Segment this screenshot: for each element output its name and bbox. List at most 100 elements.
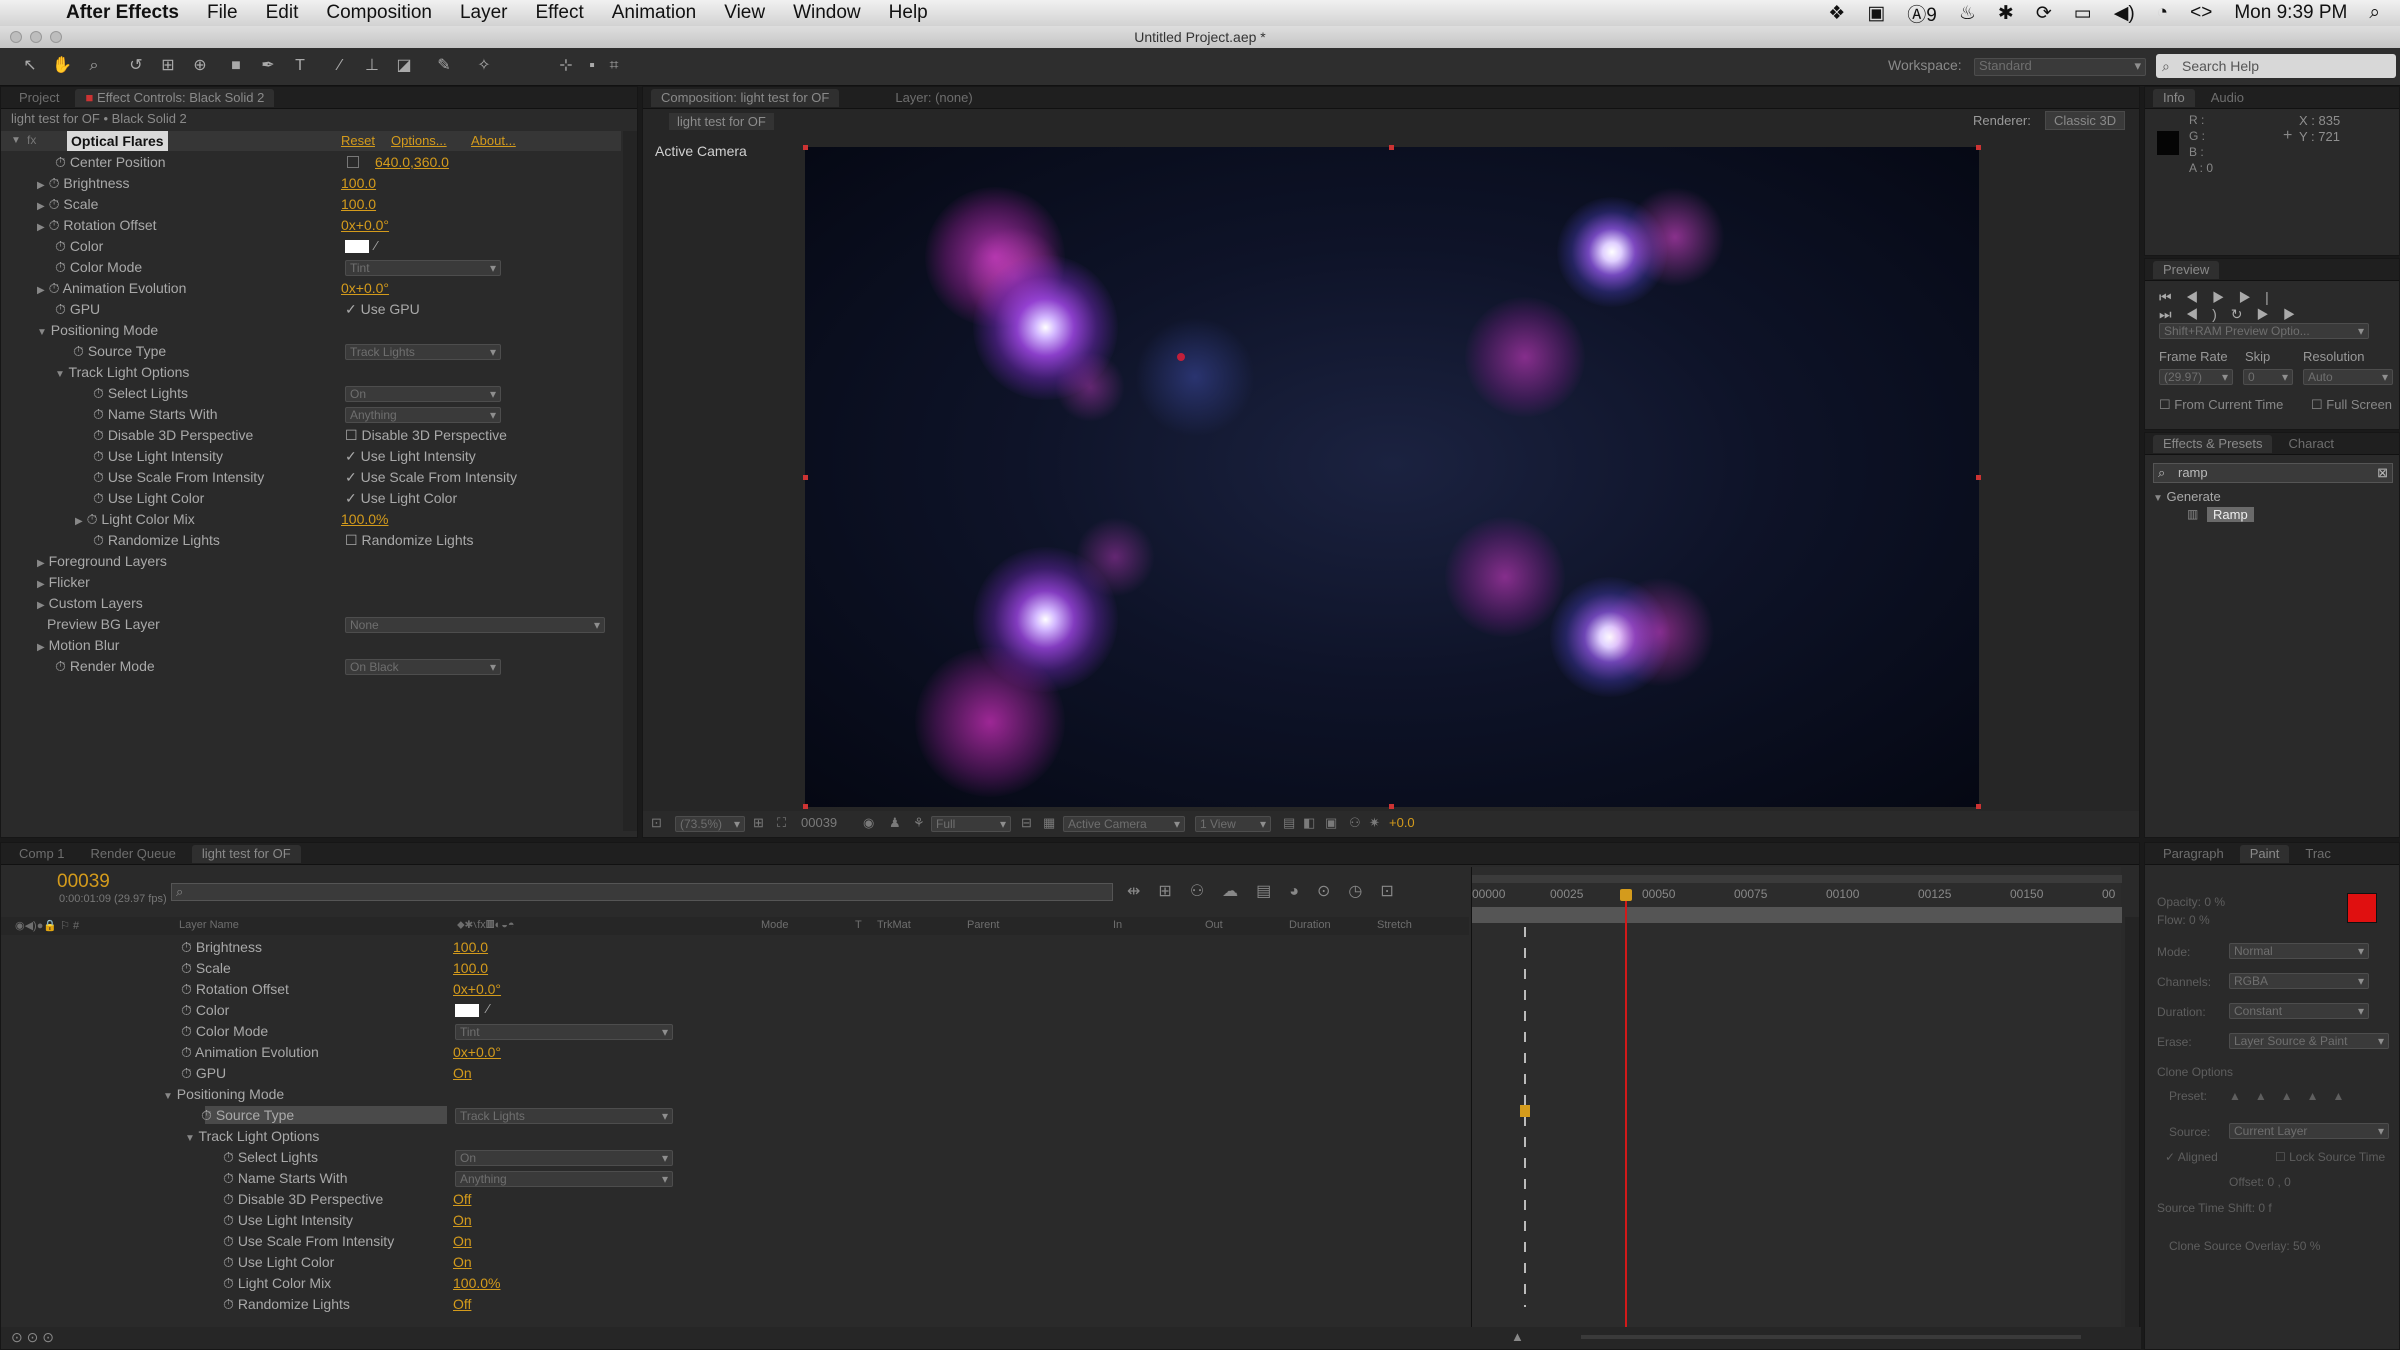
local-axis-icon[interactable]: ⊹ [556, 56, 576, 76]
motion-blur-icon[interactable]: ◕ [1289, 883, 1317, 900]
skip-select[interactable]: 0 [2243, 369, 2293, 385]
use-light-intensity-checkbox[interactable]: ✓ Use Light Intensity [345, 446, 476, 466]
timeline-track-area[interactable]: 00000 00025 00050 00075 00100 00125 0015… [1471, 867, 2122, 1327]
view-axis-icon[interactable]: ⌗ [604, 56, 624, 76]
time-machine-icon[interactable]: ◔ [2157, 2, 2168, 24]
search-help-field[interactable]: ⌕ Search Help [2156, 54, 2396, 78]
tl-row-use-scale[interactable]: ⏱ Use Scale From Intensity [223, 1231, 394, 1251]
show-snapshot-icon[interactable]: ♟ [889, 815, 901, 831]
tl-row-use-light-color[interactable]: ⏱ Use Light Color [223, 1252, 334, 1272]
from-current-time-checkbox[interactable]: ☐ From Current Time [2159, 395, 2283, 415]
work-area-bar[interactable] [1472, 875, 2122, 883]
col-mode[interactable]: Mode [761, 919, 789, 931]
code-icon[interactable]: <> [2190, 2, 2212, 24]
disable-3d-checkbox[interactable]: ☐ Disable 3D Perspective [345, 425, 507, 445]
frame-handle[interactable] [1976, 145, 1981, 150]
display-icon[interactable]: ▭ [2074, 2, 2092, 25]
camera-icon[interactable]: ▣ [1867, 2, 1885, 25]
brainstorm-icon[interactable]: ⊙ [1317, 883, 1348, 900]
clone-source-overlay[interactable]: Clone Source Overlay: 50 % [2169, 1239, 2320, 1253]
world-axis-icon[interactable]: ▪ [582, 56, 602, 76]
crosshair-icon[interactable] [347, 156, 359, 168]
tl-randomize-lights-value[interactable]: Off [453, 1294, 471, 1314]
camera-tool-icon[interactable]: ⊞ [158, 56, 178, 76]
frame-handle[interactable] [803, 475, 808, 480]
minimize-window-icon[interactable] [30, 31, 42, 43]
keyframe-markers[interactable] [1524, 927, 1526, 1307]
rectangle-tool-icon[interactable]: ■ [226, 56, 246, 76]
tl-light-color-mix-value[interactable]: 100.0% [453, 1273, 500, 1293]
renderer-button[interactable]: Classic 3D [2045, 111, 2126, 130]
play-icon[interactable]: ▶ [2212, 289, 2239, 305]
pan-behind-tool-icon[interactable]: ⊕ [190, 56, 210, 76]
frame-blending-icon[interactable]: ▤ [1256, 883, 1289, 900]
render-mode-select[interactable]: On Black [345, 659, 501, 675]
effect-item-ramp[interactable]: Ramp [2207, 507, 2254, 522]
loop-icon[interactable]: ↻ [2231, 306, 2257, 322]
tab-paragraph[interactable]: Paragraph [2153, 845, 2234, 863]
col-layer-name[interactable]: Layer Name [179, 919, 239, 931]
use-scale-checkbox[interactable]: ✓ Use Scale From Intensity [345, 467, 517, 487]
tab-character[interactable]: Charact [2278, 435, 2344, 453]
draft-3d-icon[interactable]: ⚇ [1190, 883, 1222, 900]
tl-row-select-lights[interactable]: ⏱ Select Lights [223, 1147, 318, 1167]
lock-source-time-checkbox[interactable]: ☐ Lock Source Time [2275, 1147, 2385, 1167]
volume-icon[interactable]: ◀) [2114, 2, 2135, 25]
composition-viewer[interactable] [805, 147, 1979, 807]
aligned-checkbox[interactable]: ✓ Aligned [2165, 1147, 2218, 1167]
ram-preview-options-select[interactable]: Shift+RAM Preview Optio... [2159, 323, 2369, 339]
menu-window[interactable]: Window [779, 2, 875, 24]
tl-select-lights-select[interactable]: On [455, 1150, 673, 1166]
frame-handle[interactable] [1976, 804, 1981, 809]
rotation-tool-icon[interactable]: ↺ [126, 56, 146, 76]
randomize-lights-checkbox[interactable]: ☐ Randomize Lights [345, 530, 474, 550]
last-frame-icon[interactable]: ⏭ [2159, 306, 2186, 322]
preview-bg-select[interactable]: None [345, 617, 605, 633]
auto-keyframe-icon[interactable]: ◷ [1348, 883, 1380, 900]
effect-name[interactable]: Optical Flares [67, 131, 168, 151]
toggle-pixel-aspect-icon[interactable]: ▤ [1283, 815, 1295, 831]
next-frame-icon[interactable]: ▶| [2239, 289, 2283, 305]
comp-subtab[interactable]: light test for OF [669, 113, 774, 130]
center-position-value[interactable]: 640.0,360.0 [375, 152, 449, 172]
type-tool-icon[interactable]: T [290, 56, 310, 76]
tl-row-randomize-lights[interactable]: ⏱ Randomize Lights [223, 1294, 350, 1314]
selected-keyframe[interactable] [1520, 1105, 1530, 1117]
tl-scale-value[interactable]: 100.0 [453, 958, 488, 978]
menu-effect[interactable]: Effect [522, 2, 598, 24]
tl-row-track-light-options[interactable]: ▼ Track Light Options [185, 1126, 319, 1146]
exposure-icon[interactable]: ✷ [1369, 815, 1380, 831]
tl-row-use-light-intensity[interactable]: ⏱ Use Light Intensity [223, 1210, 353, 1230]
camera-view-select[interactable]: Active Camera [1063, 816, 1185, 832]
magnification-select[interactable]: (73.5%) [675, 816, 745, 832]
menu-app-name[interactable]: After Effects [52, 2, 193, 24]
resolution-select[interactable]: Full [931, 816, 1011, 832]
region-of-interest-icon[interactable]: ⊟ [1021, 815, 1032, 831]
timeline-scrollbar[interactable] [2125, 917, 2139, 1327]
menu-clock[interactable]: Mon 9:39 PM [2234, 2, 2347, 24]
use-gpu-checkbox[interactable]: ✓ Use GPU [345, 299, 420, 319]
source-type-select[interactable]: Track Lights [345, 344, 501, 360]
zoom-out-icon[interactable]: ▲ [1511, 1329, 1524, 1344]
tab-comp-1[interactable]: Comp 1 [9, 845, 75, 863]
tl-use-light-color-value[interactable]: On [453, 1252, 472, 1272]
clone-source-select[interactable]: Current Layer [2229, 1123, 2389, 1139]
tl-source-type-select[interactable]: Track Lights [455, 1108, 673, 1124]
tl-gpu-value[interactable]: On [453, 1063, 472, 1083]
reset-link[interactable]: Reset [341, 133, 375, 148]
flame-icon[interactable]: ♨ [1959, 2, 1976, 25]
prop-track-light-options[interactable]: ▼ Track Light Options [55, 362, 189, 382]
timeline-icon[interactable]: ▣ [1325, 815, 1337, 831]
tl-rotation-offset-value[interactable]: 0x+0.0° [453, 979, 501, 999]
menu-help[interactable]: Help [875, 2, 942, 24]
tl-name-starts-with-select[interactable]: Anything [455, 1171, 673, 1187]
col-duration[interactable]: Duration [1289, 919, 1331, 931]
color-swatch[interactable] [345, 240, 369, 253]
view-layout-select[interactable]: 1 View [1195, 816, 1271, 832]
toggle-switches-icon[interactable]: ⊙ ⊙ ⊙ [11, 1329, 54, 1346]
tab-composition[interactable]: Composition: light test for OF [651, 88, 840, 107]
playhead-line[interactable] [1625, 901, 1627, 1327]
tl-row-name-starts-with[interactable]: ⏱ Name Starts With [223, 1168, 348, 1188]
shy-icon[interactable]: ☁ [1222, 883, 1256, 900]
tab-audio[interactable]: Audio [2201, 89, 2254, 107]
